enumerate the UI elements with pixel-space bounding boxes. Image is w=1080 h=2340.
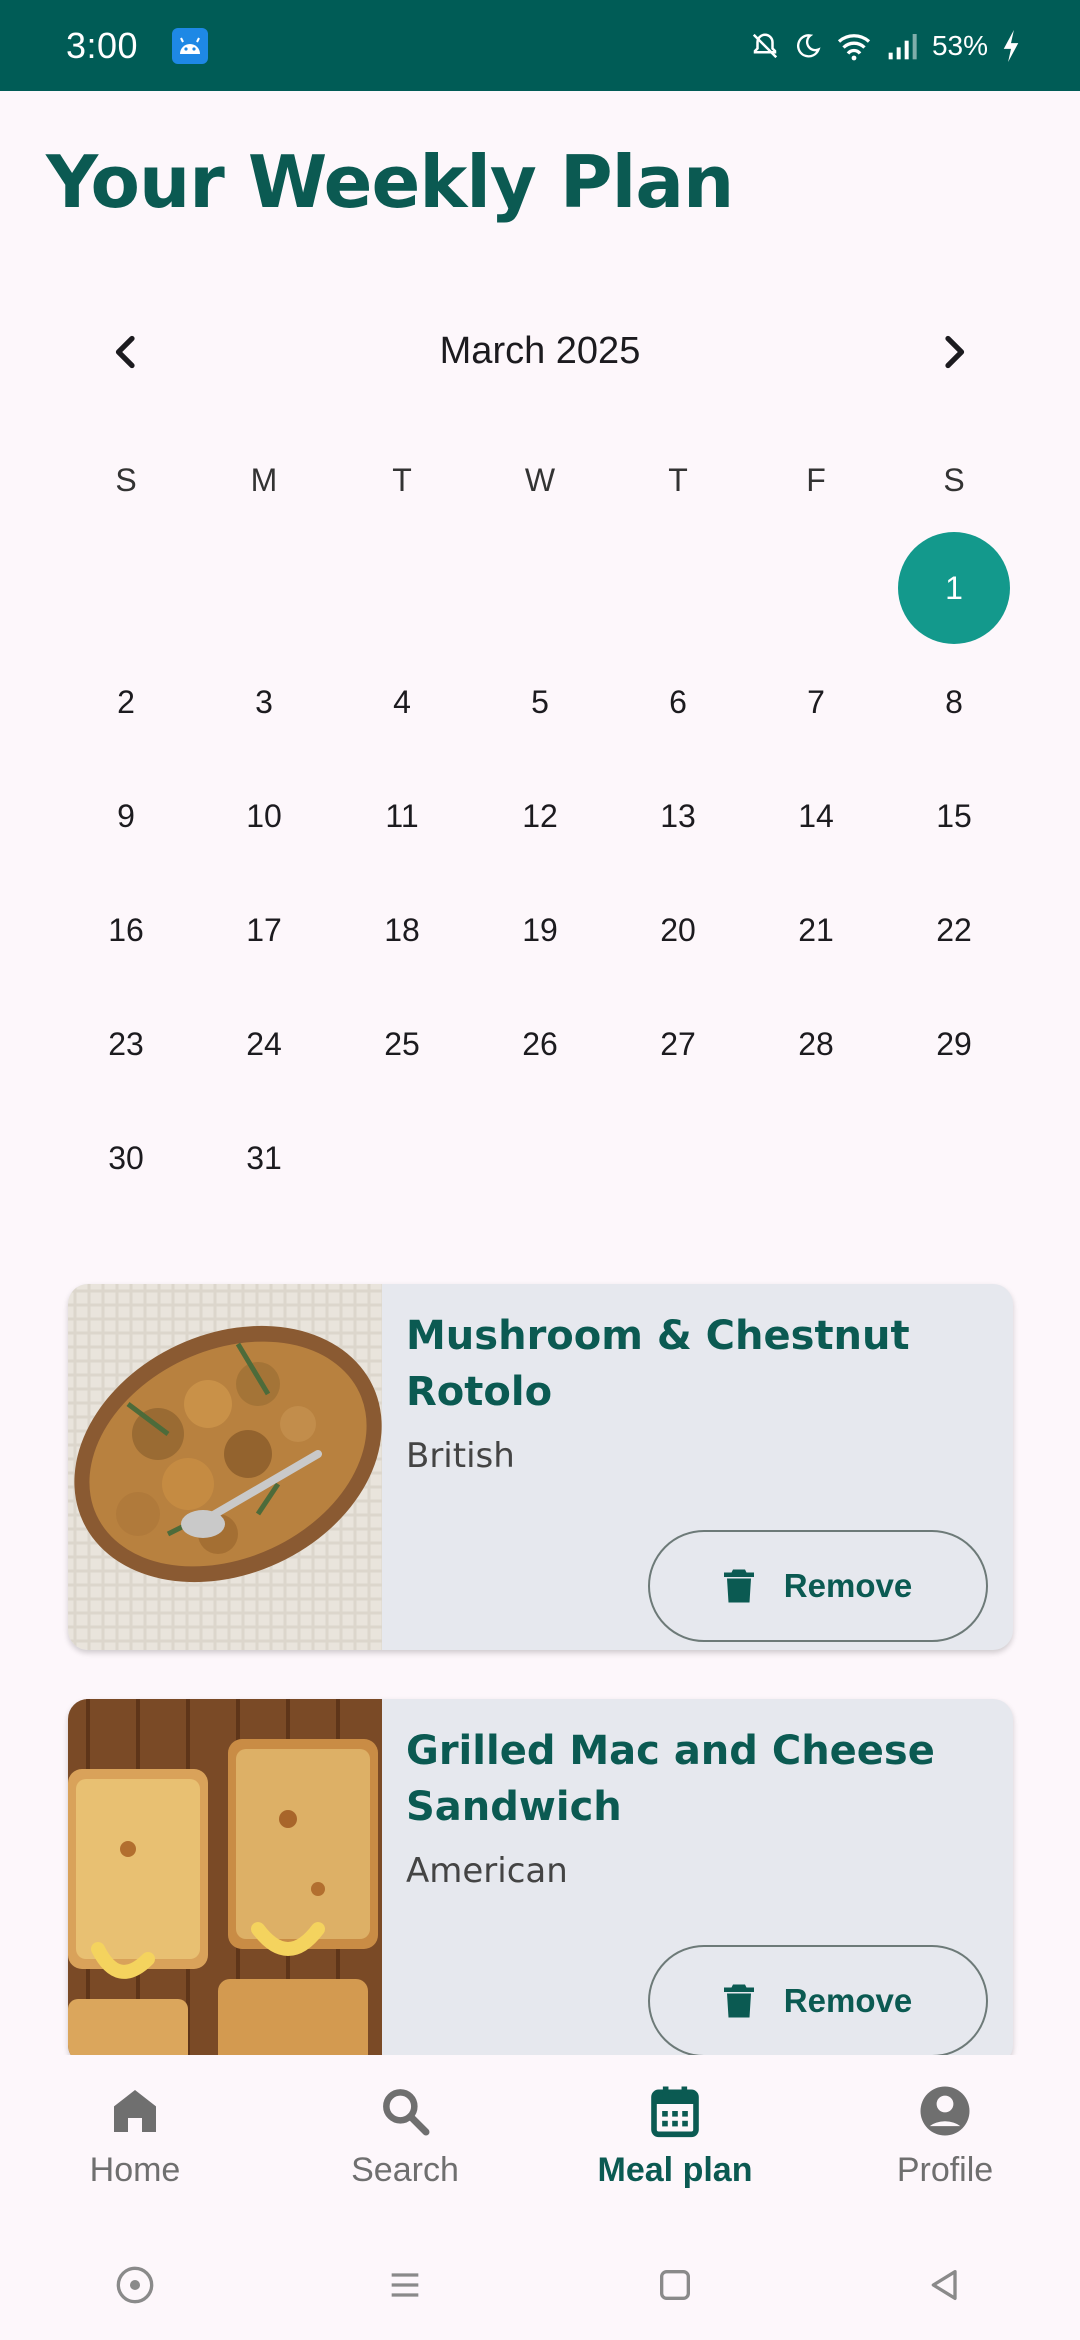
search-icon bbox=[383, 2089, 430, 2136]
recent-apps-icon[interactable] bbox=[385, 2265, 425, 2305]
calendar-day[interactable]: 20 bbox=[622, 874, 734, 986]
meal-cuisine: British bbox=[406, 1436, 515, 1476]
meal-card[interactable]: Mushroom & Chestnut Rotolo British Remov… bbox=[68, 1284, 1013, 1650]
calendar-day[interactable]: 28 bbox=[760, 988, 872, 1100]
remove-meal-button[interactable]: Remove bbox=[648, 1945, 988, 2057]
meal-title: Mushroom & Chestnut Rotolo bbox=[406, 1313, 910, 1415]
trash-icon bbox=[723, 1569, 754, 1603]
signal-icon bbox=[888, 33, 917, 59]
chevron-right-icon bbox=[945, 335, 965, 369]
home-icon bbox=[114, 2090, 156, 2132]
calendar-day[interactable]: 9 bbox=[70, 760, 182, 872]
nav-profile[interactable]: Profile bbox=[810, 2055, 1080, 2230]
calendar-day[interactable]: 31 bbox=[208, 1102, 320, 1214]
meal-title: Grilled Mac and Cheese Sandwich bbox=[406, 1728, 935, 1830]
calendar-header: March 2025 bbox=[0, 320, 1080, 384]
status-icons: 53% bbox=[750, 29, 1020, 62]
weekday-sunday: S bbox=[115, 462, 137, 498]
bottom-navigation: Home Search Meal plan Profile bbox=[0, 2055, 1080, 2230]
calendar-day[interactable]: 30 bbox=[70, 1102, 182, 1214]
bell-off-icon bbox=[752, 32, 778, 58]
mushroom-rotolo-photo bbox=[68, 1284, 382, 1650]
calendar-day[interactable]: 2 bbox=[70, 646, 182, 758]
page-title: Your Weekly Plan bbox=[46, 140, 734, 224]
nav-meal-plan[interactable]: Meal plan bbox=[540, 2055, 810, 2230]
nav-search[interactable]: Search bbox=[270, 2055, 540, 2230]
calendar-day[interactable]: 12 bbox=[484, 760, 596, 872]
calendar-day[interactable]: 6 bbox=[622, 646, 734, 758]
calendar-day[interactable]: 23 bbox=[70, 988, 182, 1100]
calendar-day[interactable]: 21 bbox=[760, 874, 872, 986]
calendar-day[interactable]: 4 bbox=[346, 646, 458, 758]
calendar-day[interactable]: 14 bbox=[760, 760, 872, 872]
calendar-day[interactable]: 15 bbox=[898, 760, 1010, 872]
weekday-wednesday: W bbox=[524, 462, 556, 498]
meal-cuisine: American bbox=[406, 1851, 568, 1891]
calendar-day[interactable]: 10 bbox=[208, 760, 320, 872]
nav-profile-label: Profile bbox=[896, 2151, 994, 2189]
weekday-saturday: S bbox=[943, 462, 965, 498]
calendar-day[interactable]: 5 bbox=[484, 646, 596, 758]
android-notification-icon bbox=[172, 27, 209, 64]
calendar-icon bbox=[651, 2086, 699, 2138]
nav-search-label: Search bbox=[351, 2151, 459, 2189]
weekday-friday: F bbox=[806, 462, 826, 498]
nav-home[interactable]: Home bbox=[0, 2055, 270, 2230]
status-bar: 3:00 53% bbox=[0, 0, 1080, 91]
wifi-icon bbox=[837, 33, 871, 60]
calendar-day[interactable]: 29 bbox=[898, 988, 1010, 1100]
weekday-tuesday: T bbox=[392, 462, 412, 498]
calendar-day[interactable]: 16 bbox=[70, 874, 182, 986]
calendar-day[interactable]: 27 bbox=[622, 988, 734, 1100]
home-button-icon[interactable] bbox=[655, 2265, 695, 2305]
meal-card[interactable]: Grilled Mac and Cheese Sandwich American… bbox=[68, 1699, 1013, 2065]
calendar-day[interactable]: 11 bbox=[346, 760, 458, 872]
weekday-monday: M bbox=[250, 462, 278, 498]
remove-button-label: Remove bbox=[783, 1982, 913, 2019]
calendar-day-selected[interactable]: 1 bbox=[898, 532, 1010, 644]
calendar-day[interactable]: 22 bbox=[898, 874, 1010, 986]
moon-icon bbox=[796, 33, 821, 58]
assistant-icon[interactable] bbox=[115, 2265, 155, 2305]
battery-percent: 53% bbox=[931, 29, 988, 61]
nav-meal-plan-label: Meal plan bbox=[597, 2151, 753, 2189]
calendar-day[interactable]: 3 bbox=[208, 646, 320, 758]
calendar-day[interactable]: 25 bbox=[346, 988, 458, 1100]
calendar-day[interactable]: 19 bbox=[484, 874, 596, 986]
calendar-day[interactable]: 8 bbox=[898, 646, 1010, 758]
calendar-day[interactable]: 18 bbox=[346, 874, 458, 986]
grilled-mac-cheese-photo bbox=[68, 1699, 382, 2065]
next-month-button[interactable] bbox=[922, 320, 986, 384]
calendar-day[interactable]: 24 bbox=[208, 988, 320, 1100]
charging-icon bbox=[1003, 29, 1019, 62]
calendar-day[interactable]: 26 bbox=[484, 988, 596, 1100]
back-icon[interactable] bbox=[925, 2265, 965, 2305]
calendar-month-label: March 2025 bbox=[439, 330, 641, 372]
calendar-day[interactable]: 7 bbox=[760, 646, 872, 758]
calendar-day[interactable]: 17 bbox=[208, 874, 320, 986]
remove-button-label: Remove bbox=[783, 1567, 913, 1604]
system-navigation-bar bbox=[0, 2230, 1080, 2340]
status-time: 3:00 bbox=[66, 24, 139, 66]
remove-meal-button[interactable]: Remove bbox=[648, 1530, 988, 1642]
trash-icon bbox=[723, 1984, 754, 2018]
calendar-day[interactable]: 13 bbox=[622, 760, 734, 872]
profile-icon bbox=[920, 2086, 970, 2136]
nav-home-label: Home bbox=[89, 2151, 181, 2189]
weekday-thursday: T bbox=[668, 462, 688, 498]
